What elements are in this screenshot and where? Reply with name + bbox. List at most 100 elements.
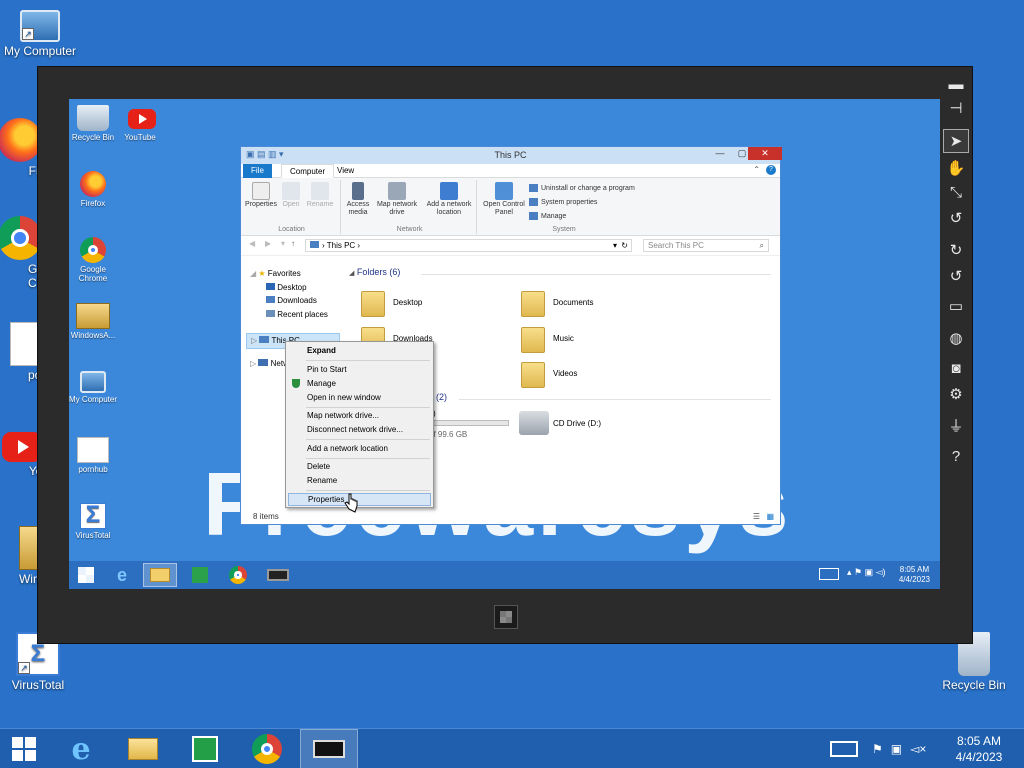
taskbar-ie[interactable]: e xyxy=(52,729,110,768)
manage-button[interactable]: Manage xyxy=(529,212,566,222)
manage-icon xyxy=(529,212,538,220)
large-icons-view-icon[interactable]: ▦ xyxy=(766,512,774,521)
taskbar-store[interactable] xyxy=(183,563,217,587)
tab-computer[interactable]: Computer xyxy=(281,164,335,178)
monitor-icon[interactable]: ▭ xyxy=(943,295,969,319)
inner-clock[interactable]: 8:05 AM 4/4/2023 xyxy=(899,565,930,585)
context-menu: Expand Pin to Start Manage Open in new w… xyxy=(285,341,434,508)
volume-muted-icon[interactable]: ◅× xyxy=(910,742,926,756)
taskbar-remote-app[interactable] xyxy=(261,563,295,587)
inner-icon-virustotal[interactable]: VirusTotal xyxy=(69,503,117,540)
start-button[interactable] xyxy=(0,729,48,768)
globe-icon[interactable]: ◍ xyxy=(943,327,969,351)
inner-desktop: Freewaresys Recycle Bin YouTube Firefox … xyxy=(69,99,940,589)
nav-favorites[interactable]: ◢ ★ Favorites xyxy=(246,267,346,281)
forward-button[interactable]: ▶ xyxy=(265,239,271,248)
menu-item-disconnect-network-drive[interactable]: Disconnect network drive... xyxy=(288,423,431,436)
nav-label: Downloads xyxy=(277,296,317,305)
menu-item-expand[interactable]: Expand xyxy=(288,344,431,357)
rename-button[interactable]: Rename xyxy=(305,182,335,209)
ribbon-collapse-icon[interactable]: ⌃ xyxy=(753,165,760,174)
folders-section-header[interactable]: ◢ Folders (6) xyxy=(349,267,400,277)
shrink-icon[interactable]: ⤡ xyxy=(943,181,969,205)
windows-logo-icon xyxy=(12,737,36,761)
nav-label: Favorites xyxy=(267,269,301,278)
taskbar-store[interactable] xyxy=(176,729,234,768)
action-center-flag-icon[interactable]: ⚑ xyxy=(872,742,883,756)
open-icon xyxy=(282,182,300,200)
map-network-drive-button[interactable]: Map network drive xyxy=(373,182,421,217)
windows-home-button[interactable] xyxy=(494,605,518,629)
start-button[interactable] xyxy=(69,563,103,587)
gesture-icon[interactable]: ↺ xyxy=(943,207,969,231)
system-properties-button[interactable]: System properties xyxy=(529,198,597,208)
rotate-ccw-icon[interactable]: ↺ xyxy=(943,265,969,289)
taskbar-file-explorer[interactable] xyxy=(114,729,172,768)
open-control-panel-button[interactable]: Open Control Panel xyxy=(481,182,527,217)
menu-item-manage[interactable]: Manage xyxy=(288,377,431,390)
tab-view[interactable]: View xyxy=(329,164,362,178)
inner-icon-recycle-bin[interactable]: Recycle Bin xyxy=(69,105,117,142)
tray-icons[interactable]: ▴ ⚑ ▣ ◅) xyxy=(847,567,886,578)
drive-d-label[interactable]: CD Drive (D:) xyxy=(553,419,601,428)
address-field[interactable]: › This PC › ▾ ↻ xyxy=(305,239,632,252)
menu-item-map-network-drive[interactable]: Map network drive... xyxy=(288,409,431,422)
taskbar-ie[interactable]: e xyxy=(105,563,139,587)
minimize-icon[interactable]: ▬ xyxy=(943,73,969,97)
menu-item-pin-to-start[interactable]: Pin to Start xyxy=(288,363,431,376)
inner-icon-windows-app[interactable]: WindowsA... xyxy=(69,303,117,340)
properties-button[interactable]: Properties xyxy=(245,182,277,209)
usb-icon[interactable]: ⏚ xyxy=(943,415,969,439)
inner-icon-firefox[interactable]: Firefox xyxy=(69,171,117,208)
taskbar-chrome[interactable] xyxy=(221,563,255,587)
menu-item-open-new-window[interactable]: Open in new window xyxy=(288,391,431,404)
close-button[interactable]: ✕ xyxy=(748,147,782,160)
desktop-icon-my-computer[interactable]: ↗ My Computer xyxy=(0,10,80,58)
taskbar-file-explorer[interactable] xyxy=(143,563,177,587)
inner-icon-pornhub[interactable]: pornhub xyxy=(69,437,117,474)
drive-c-size: of 99.6 GB xyxy=(429,430,468,439)
pin-icon[interactable]: ⊣ xyxy=(943,97,969,121)
menu-item-delete[interactable]: Delete xyxy=(288,460,431,473)
keyboard-icon[interactable] xyxy=(830,741,858,757)
address-dropdown-icon[interactable]: ▾ xyxy=(613,241,617,250)
nav-downloads[interactable]: Downloads xyxy=(246,294,346,308)
network-status-icon[interactable]: ▣ xyxy=(891,742,902,756)
tab-file[interactable]: File xyxy=(243,164,272,178)
menu-item-rename[interactable]: Rename xyxy=(288,474,431,487)
rotate-cw-icon[interactable]: ↻ xyxy=(943,239,969,263)
menu-item-add-network-location[interactable]: Add a network location xyxy=(288,442,431,455)
inner-icon-my-computer[interactable]: My Computer xyxy=(69,371,117,404)
details-view-icon[interactable]: ☰ xyxy=(753,512,760,521)
taskbar-remote-viewer[interactable] xyxy=(300,729,358,768)
status-bar: 8 items xyxy=(253,512,279,521)
camera-icon[interactable]: ◙ xyxy=(943,357,969,381)
menu-item-properties[interactable]: Properties xyxy=(288,493,431,506)
add-network-location-button[interactable]: Add a network location xyxy=(423,182,475,217)
hand-icon[interactable]: ✋ xyxy=(943,157,969,181)
settings-icon[interactable]: ⚙ xyxy=(943,383,969,407)
taskbar-chrome[interactable] xyxy=(238,729,296,768)
up-button[interactable]: ↑ xyxy=(291,239,295,248)
refresh-icon[interactable]: ↻ xyxy=(621,241,628,250)
nav-recent-places[interactable]: Recent places xyxy=(246,308,346,322)
help-icon[interactable]: ? xyxy=(943,445,969,469)
inner-icon-label: Recycle Bin xyxy=(71,133,115,142)
pointer-icon[interactable]: ➤ xyxy=(943,129,969,153)
keyboard-icon[interactable] xyxy=(819,568,839,580)
nav-desktop[interactable]: Desktop xyxy=(246,281,346,295)
inner-icon-chrome[interactable]: Google Chrome xyxy=(69,237,117,283)
back-button[interactable]: ◀ xyxy=(249,239,255,248)
search-input[interactable]: Search This PC ⌕ xyxy=(643,239,769,252)
inner-icon-youtube[interactable]: YouTube xyxy=(116,105,164,142)
nav-label: Recent places xyxy=(277,309,328,319)
clock[interactable]: 8:05 AM 4/4/2023 xyxy=(944,733,1014,765)
minimize-button[interactable]: — xyxy=(709,147,731,160)
section-divider xyxy=(459,399,771,400)
access-media-button[interactable]: Access media xyxy=(345,182,371,217)
cd-drive-icon[interactable] xyxy=(519,411,549,435)
open-button[interactable]: Open xyxy=(279,182,303,209)
recent-locations-icon[interactable]: ▾ xyxy=(281,239,285,248)
uninstall-program-button[interactable]: Uninstall or change a program xyxy=(529,184,635,194)
help-icon[interactable]: ? xyxy=(766,165,776,175)
